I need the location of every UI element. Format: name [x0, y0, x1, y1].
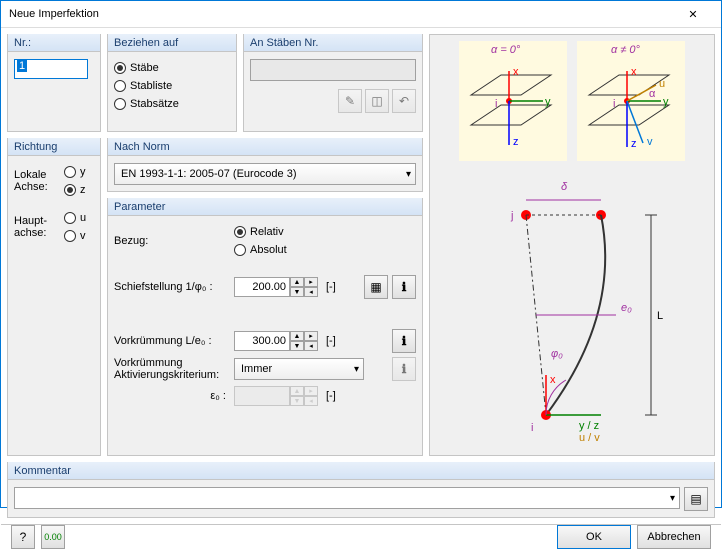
haupt-achse-label: Haupt- achse:: [14, 215, 64, 239]
vork-spinner[interactable]: ▲▼ ▸◂: [234, 331, 318, 351]
svg-text:j: j: [510, 210, 513, 222]
kommentar-input[interactable]: [14, 487, 680, 509]
svg-text:α ≠ 0°: α ≠ 0°: [611, 44, 641, 56]
pick-icon[interactable]: ✎: [338, 89, 362, 113]
close-button[interactable]: ✕: [673, 1, 713, 27]
radio-stabsaetze[interactable]: [114, 98, 126, 110]
group-parameter: Parameter Bezug: Relativ Absolut Schiefs…: [107, 198, 423, 456]
radio-absolut[interactable]: [234, 244, 246, 256]
dialog-title: Neue Imperfektion: [9, 8, 673, 20]
info-icon-2[interactable]: ℹ: [392, 329, 416, 353]
svg-text:e₀: e₀: [621, 302, 632, 314]
radio-stabliste[interactable]: [114, 80, 126, 92]
schief-spinner[interactable]: ▲▼ ▸◂: [234, 277, 318, 297]
norm-select[interactable]: EN 1993-1-1: 2005-07 (Eurocode 3): [114, 163, 416, 185]
radio-relativ[interactable]: [234, 226, 246, 238]
group-anstaben: An Stäben Nr. ✎ ◫ ↶: [243, 34, 423, 132]
group-kommentar: Kommentar ▤: [7, 462, 715, 518]
undo-icon[interactable]: ↶: [392, 89, 416, 113]
svg-text:x: x: [631, 66, 637, 78]
svg-text:δ: δ: [561, 181, 568, 193]
svg-text:z: z: [513, 136, 519, 148]
radio-y[interactable]: [64, 166, 76, 178]
kommentar-library-icon[interactable]: ▤: [684, 487, 708, 511]
table-icon[interactable]: ▦: [364, 275, 388, 299]
schief-input[interactable]: [234, 277, 290, 297]
lokale-achse-label: Lokale Achse:: [14, 169, 64, 193]
svg-text:z: z: [631, 138, 637, 150]
svg-text:i: i: [531, 422, 533, 434]
imperfection-diagram: α = 0° α ≠ 0° x y z i x y z u v α: [451, 35, 693, 455]
aktiv-label: Vorkrümmung Aktivierungskriterium:: [114, 357, 234, 381]
info-icon[interactable]: ℹ: [392, 275, 416, 299]
svg-text:α = 0°: α = 0°: [491, 44, 521, 56]
vork-input[interactable]: [234, 331, 290, 351]
cancel-button[interactable]: Abbrechen: [637, 525, 711, 549]
bezug-label: Bezug:: [114, 235, 234, 247]
svg-text:i: i: [613, 98, 615, 110]
svg-text:φ₀: φ₀: [551, 348, 563, 360]
norm-legend: Nach Norm: [108, 138, 422, 156]
vork-label: Vorkrümmung L/e₀ :: [114, 335, 234, 347]
anstaben-input[interactable]: [250, 59, 416, 81]
svg-text:α: α: [649, 88, 656, 100]
svg-text:u: u: [659, 78, 665, 90]
svg-text:i: i: [495, 98, 497, 110]
group-norm: Nach Norm EN 1993-1-1: 2005-07 (Eurocode…: [107, 138, 423, 192]
svg-text:x: x: [550, 374, 556, 386]
svg-text:y / z: y / z: [579, 420, 599, 432]
aktiv-select[interactable]: Immer: [234, 358, 364, 380]
parameter-legend: Parameter: [108, 198, 422, 216]
richtung-legend: Richtung: [8, 138, 100, 156]
eps-spinner: ▲▼ ▸◂: [234, 386, 318, 406]
group-richtung: Richtung Lokale Achse: y z Haupt- achse:…: [7, 138, 101, 456]
radio-staebe[interactable]: [114, 62, 126, 74]
eps-label: ε₀ :: [114, 390, 234, 402]
ok-button[interactable]: OK: [557, 525, 631, 549]
radio-z[interactable]: [64, 184, 76, 196]
group-beziehen: Beziehen auf Stäbe Stabliste Stabsätze: [107, 34, 237, 132]
svg-text:y: y: [663, 96, 669, 108]
svg-text:y: y: [545, 96, 551, 108]
group-nr: Nr.: 1: [7, 34, 101, 132]
units-icon[interactable]: 0.00: [41, 525, 65, 549]
nr-legend: Nr.:: [8, 34, 100, 52]
help-icon[interactable]: ?: [11, 525, 35, 549]
svg-text:L: L: [657, 310, 663, 322]
anstaben-legend: An Stäben Nr.: [244, 34, 422, 52]
pick-window-icon[interactable]: ◫: [365, 89, 389, 113]
schief-label: Schiefstellung 1/φ₀ :: [114, 281, 234, 293]
diagram-panel: α = 0° α ≠ 0° x y z i x y z u v α: [429, 34, 715, 456]
svg-text:x: x: [513, 66, 519, 78]
beziehen-legend: Beziehen auf: [108, 34, 236, 52]
eps-input: [234, 386, 290, 406]
nr-input[interactable]: 1: [14, 59, 88, 79]
radio-v[interactable]: [64, 230, 76, 242]
svg-text:v: v: [647, 136, 653, 148]
info-icon-3[interactable]: ℹ: [392, 357, 416, 381]
radio-u[interactable]: [64, 212, 76, 224]
svg-text:u / v: u / v: [579, 432, 600, 444]
kommentar-legend: Kommentar: [8, 462, 714, 480]
